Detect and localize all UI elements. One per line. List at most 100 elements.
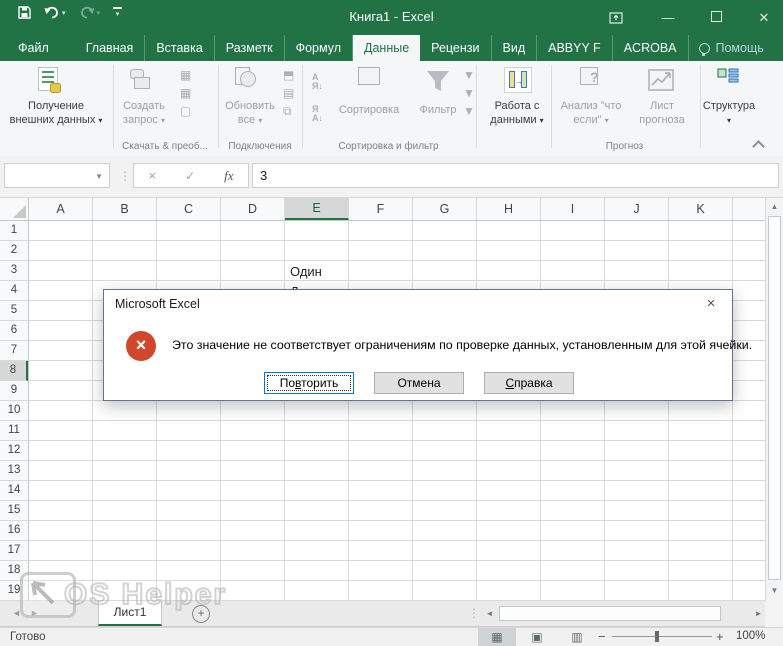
dialog-title: Microsoft Excel (115, 297, 200, 311)
row-header-2[interactable]: 2 (0, 241, 28, 261)
ribbon-tab-вид[interactable]: Вид (492, 35, 538, 61)
dialog-close-icon[interactable]: × (698, 292, 724, 316)
formula-input[interactable]: 3 (252, 163, 779, 188)
column-header-D[interactable]: D (221, 198, 285, 220)
sign-in-button[interactable]: Вход (774, 35, 783, 61)
column-header-C[interactable]: C (157, 198, 221, 220)
insert-function-icon[interactable]: fx (224, 168, 233, 184)
get-external-data-icon (38, 67, 58, 91)
collapse-ribbon-icon[interactable] (752, 140, 765, 153)
ribbon-tab-данные[interactable]: Данные (353, 35, 420, 61)
what-if-icon: ? (580, 67, 600, 87)
column-header-E[interactable]: E (285, 198, 349, 220)
retry-button[interactable]: Повторить (264, 372, 354, 394)
vertical-scrollbar[interactable]: ▲ ▼ (765, 198, 783, 601)
row-header-14[interactable]: 14 (0, 481, 28, 501)
row-header-12[interactable]: 12 (0, 441, 28, 461)
row-header-16[interactable]: 16 (0, 521, 28, 541)
hscroll-right-icon[interactable]: ► (751, 606, 766, 622)
row-header-3[interactable]: 3 (0, 261, 28, 281)
column-header-K[interactable]: K (669, 198, 733, 220)
column-header-I[interactable]: I (541, 198, 605, 220)
undo-icon[interactable]: ▾ (44, 6, 66, 19)
maximize-icon[interactable] (705, 10, 727, 25)
zoom-slider[interactable] (612, 636, 712, 637)
ribbon-tab-разметк[interactable]: Разметк (215, 35, 285, 61)
row-header-4[interactable]: 4 (0, 281, 28, 301)
ribbon-tab-рецензи[interactable]: Рецензи (420, 35, 491, 61)
scroll-up-icon[interactable]: ▲ (767, 199, 782, 215)
row-header-10[interactable]: 10 (0, 401, 28, 421)
row-header-7[interactable]: 7 (0, 341, 28, 361)
column-header-G[interactable]: G (413, 198, 477, 220)
ribbon-tab-file[interactable]: Файл (0, 35, 67, 61)
row-header-15[interactable]: 15 (0, 501, 28, 521)
ribbon-tab-вставка[interactable]: Вставка (145, 35, 214, 61)
vertical-scroll-thumb[interactable] (768, 216, 781, 580)
undo-dropdown-icon[interactable]: ▾ (62, 9, 66, 17)
filter-funnel-icon (425, 69, 451, 95)
zoom-out-icon[interactable]: − (598, 629, 606, 644)
window-title: Книга1 - Excel (349, 9, 433, 24)
column-headers: ABCDEFGHIJK (29, 198, 765, 221)
customize-qat-icon[interactable]: ▾ (113, 7, 122, 18)
zoom-level[interactable]: 100% (736, 630, 765, 642)
column-header-H[interactable]: H (477, 198, 541, 220)
refresh-all-icon (235, 67, 255, 87)
help-button[interactable]: Справка (484, 372, 574, 394)
row-header-1[interactable]: 1 (0, 221, 28, 241)
row-header-17[interactable]: 17 (0, 541, 28, 561)
row-header-9[interactable]: 9 (0, 381, 28, 401)
cell-E3[interactable]: Один (290, 264, 322, 279)
column-header-F[interactable]: F (349, 198, 413, 220)
horizontal-scroll-thumb[interactable] (499, 606, 721, 621)
row-header-8[interactable]: 8 (0, 361, 28, 381)
formula-bar: ▼ ⋮ × ✓ fx 3 (0, 156, 783, 198)
sheet-grid[interactable]: Один Два (29, 221, 765, 601)
group-label-sort-filter: Сортировка и фильтр (302, 141, 475, 152)
column-header-B[interactable]: B (93, 198, 157, 220)
page-layout-view-icon[interactable]: ▣ (518, 628, 556, 646)
column-header-J[interactable]: J (605, 198, 669, 220)
recent-sources-icon: ▢ (180, 105, 191, 117)
properties-icon: ▤ (283, 87, 294, 99)
group-label-forecast: Прогноз (551, 141, 698, 152)
ribbon-display-options-icon[interactable] (609, 12, 631, 24)
close-window-icon[interactable]: ✕ (753, 10, 775, 26)
tell-me-label: Помощь (716, 41, 764, 55)
zoom-in-icon[interactable]: + (716, 629, 724, 644)
zoom-slider-thumb[interactable] (655, 631, 659, 642)
select-all-corner[interactable] (0, 198, 29, 221)
row-header-5[interactable]: 5 (0, 301, 28, 321)
cancel-button[interactable]: Отмена (374, 372, 464, 394)
ribbon-tab-главная[interactable]: Главная (75, 35, 146, 61)
hscroll-left-icon[interactable]: ◄ (482, 606, 497, 622)
save-icon[interactable] (18, 6, 31, 19)
row-headers: 12345678910111213141516171819 (0, 221, 29, 601)
sort-za-icon: ЯА↓ (312, 105, 323, 123)
ribbon-tab-acroba[interactable]: ACROBA (613, 35, 689, 61)
dialog-message: Это значение не соответствует ограничени… (172, 338, 752, 352)
ribbon-tab-формул[interactable]: Формул (285, 35, 353, 61)
sort-az-icon: АЯ↓ (312, 73, 323, 91)
column-header-A[interactable]: A (29, 198, 93, 220)
enter-entry-icon[interactable]: ✓ (185, 169, 195, 183)
ribbon-tab-row: Файл ГлавнаяВставкаРазметкФормулДанныеРе… (0, 35, 783, 61)
row-header-11[interactable]: 11 (0, 421, 28, 441)
cancel-entry-icon[interactable]: × (148, 168, 156, 183)
ribbon: Получение внешних данных ▾ Создать запро… (0, 61, 783, 157)
formula-bar-separator: ⋮ (119, 169, 131, 183)
row-header-6[interactable]: 6 (0, 321, 28, 341)
scroll-down-icon[interactable]: ▼ (767, 583, 782, 599)
normal-view-icon[interactable]: ▦ (478, 628, 516, 646)
minimize-icon[interactable]: — (657, 10, 679, 25)
tell-me-box[interactable]: Помощь (689, 35, 774, 61)
name-box[interactable]: ▼ (4, 163, 110, 188)
ribbon-tab-abbyy-f[interactable]: ABBYY F (537, 35, 613, 61)
page-break-view-icon[interactable]: ▥ (558, 628, 596, 646)
title-bar: ▾ ▾ ▾ Книга1 - Excel — ✕ (0, 0, 783, 35)
redo-icon: ▾ (79, 6, 101, 19)
name-box-dropdown-icon[interactable]: ▼ (95, 172, 103, 181)
reapply-filter-icon: ▼ (463, 87, 475, 99)
row-header-13[interactable]: 13 (0, 461, 28, 481)
